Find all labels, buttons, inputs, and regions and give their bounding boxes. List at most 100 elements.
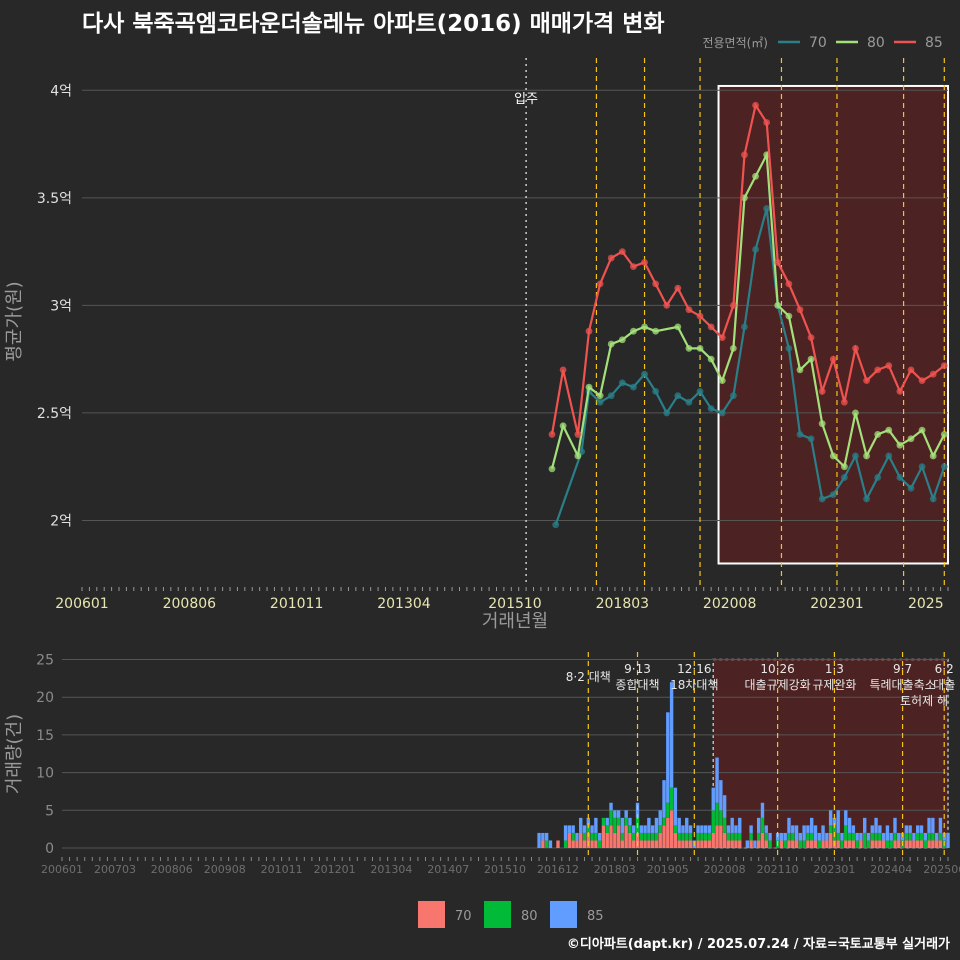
volume-bar-70: [749, 840, 753, 848]
volume-x-tick-label: 202301: [813, 863, 855, 876]
volume-bar-80: [806, 832, 810, 841]
legend-label-80: 80: [867, 35, 885, 51]
volume-bar-80: [787, 832, 791, 841]
volume-bar-85: [817, 832, 821, 841]
volume-bar-80: [582, 832, 587, 841]
volume-bar-70: [938, 840, 943, 848]
data-point-80: [907, 435, 915, 443]
data-point-80: [718, 377, 726, 385]
volume-bar-70: [764, 840, 768, 848]
volume-bar-85: [828, 810, 833, 826]
volume-bar-80: [673, 825, 678, 833]
volume-bar-80: [893, 832, 897, 841]
data-point-80: [585, 383, 593, 391]
volume-bar-85: [919, 825, 924, 833]
volume-bar-85: [730, 817, 734, 833]
volume-bar-85: [844, 810, 848, 826]
data-point-70: [918, 463, 926, 471]
volume-bar-85: [893, 817, 897, 833]
volume-bar-70: [844, 840, 848, 848]
volume-bar-70: [677, 840, 681, 848]
volume-bar-80: [643, 832, 647, 841]
volume-bar-85: [912, 832, 916, 841]
volume-bar-70: [722, 832, 727, 848]
volume-y-tick-label: 15: [36, 728, 54, 744]
policy-label: 18차대책: [670, 677, 718, 692]
volume-bar-80: [666, 802, 670, 818]
volume-bar-85: [685, 817, 689, 833]
volume-bar-70: [726, 840, 731, 848]
data-point-80: [818, 420, 826, 428]
volume-bar-70: [643, 840, 647, 848]
volume-bar-85: [821, 825, 825, 841]
volume-bar-85: [666, 712, 670, 803]
data-point-70: [818, 495, 826, 503]
volume-bar-70: [870, 840, 874, 848]
volume-bar-80: [738, 832, 742, 841]
volume-bar-85: [904, 825, 909, 833]
volume-bar-85: [647, 817, 651, 833]
data-point-80: [940, 431, 948, 438]
data-point-85: [685, 306, 693, 314]
data-point-70: [596, 398, 604, 406]
data-point-85: [918, 377, 926, 385]
volume-bar-70: [912, 840, 916, 848]
volume-bar-80: [828, 825, 833, 833]
volume-bar-85: [862, 817, 867, 833]
volume-bar-85: [707, 825, 712, 833]
volume-bar-85: [809, 817, 814, 833]
policy-label: 10·26: [760, 662, 794, 676]
volume-bar-85: [934, 832, 939, 841]
volume-bar-80: [719, 810, 723, 826]
data-point-85: [707, 323, 715, 331]
volume-bar-80: [756, 832, 761, 841]
y-tick-label: 3.5억: [37, 191, 72, 207]
volume-bar-70: [579, 832, 583, 848]
volume-bar-80: [817, 840, 821, 848]
y-tick-label: 2.5억: [37, 406, 72, 422]
volume-bar-70: [916, 840, 920, 848]
volume-bar-85: [760, 802, 765, 818]
volume-bar-85: [609, 802, 613, 811]
volume-bar-85: [923, 832, 927, 841]
volume-bar-80: [677, 832, 681, 841]
data-point-80: [863, 452, 870, 460]
volume-bar-85: [624, 810, 628, 818]
volume-bar-85: [537, 832, 541, 848]
data-point-70: [663, 409, 671, 417]
volume-bar-85: [791, 825, 795, 833]
volume-bar-70: [919, 840, 924, 848]
data-point-80: [729, 344, 737, 352]
volume-bar-80: [597, 840, 602, 848]
data-point-85: [796, 306, 804, 314]
volume-bar-85: [870, 825, 874, 833]
volume-bar-70: [628, 832, 632, 848]
data-point-85: [696, 312, 704, 320]
policy-label: 특례대출축소: [869, 678, 935, 692]
volume-bar-70: [934, 840, 939, 848]
volume-bar-85: [628, 817, 632, 826]
data-point-80: [596, 392, 604, 400]
volume-bar-85: [938, 817, 943, 833]
y-tick-label: 4억: [50, 83, 72, 99]
volume-bar-70: [893, 840, 897, 848]
data-point-80: [548, 465, 556, 473]
data-point-80: [696, 344, 704, 352]
volume-bar-70: [715, 825, 719, 848]
data-point-85: [548, 431, 556, 438]
volume-bar-85: [715, 757, 719, 803]
data-point-70: [785, 344, 793, 352]
data-point-70: [796, 431, 804, 438]
volume-bar-80: [681, 832, 685, 841]
volume-bar-70: [688, 840, 693, 848]
x-tick-label: 200806: [163, 596, 217, 612]
volume-bar-80: [919, 832, 924, 841]
data-point-85: [559, 366, 567, 374]
volume-y-tick-label: 20: [36, 690, 54, 706]
volume-bar-70: [703, 840, 708, 848]
data-point-80: [641, 323, 648, 331]
volume-legend-swatch-80: [484, 901, 511, 928]
data-point-70: [929, 495, 937, 503]
data-point-85: [852, 344, 859, 352]
volume-bar-80: [844, 825, 848, 841]
